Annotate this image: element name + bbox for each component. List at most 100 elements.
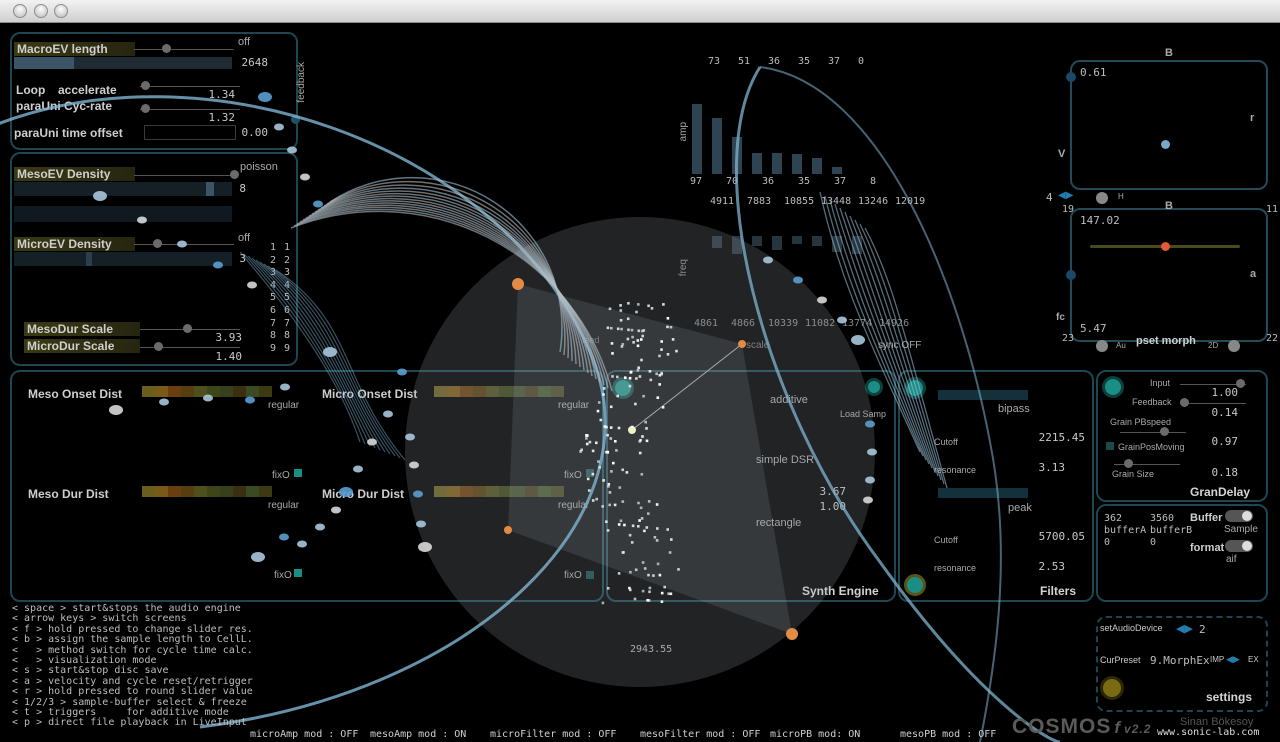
filter-type-bar[interactable] (938, 390, 1028, 400)
grid-right-num[interactable]: 3 (284, 267, 290, 278)
dist-cell[interactable] (181, 486, 194, 497)
dist-cell[interactable] (194, 386, 207, 397)
filter-power-button[interactable] (904, 377, 926, 399)
micro-dur-fixo[interactable]: fixO (564, 570, 582, 581)
spectrum-bar[interactable] (772, 153, 782, 174)
grid-right-num[interactable]: 5 (284, 292, 290, 303)
micro-density-mode[interactable]: off (238, 232, 250, 244)
meso-density-slider[interactable] (134, 175, 234, 176)
dist-cell[interactable] (168, 386, 181, 397)
dist-cell[interactable] (551, 386, 564, 397)
dist-cell[interactable] (486, 486, 499, 497)
cycrate-knob[interactable] (141, 104, 150, 113)
grid-right-num[interactable]: 8 (284, 330, 290, 341)
load-samp-toggle[interactable] (865, 378, 883, 396)
macro-length-mode[interactable]: off (238, 36, 250, 48)
zoom-window-button[interactable] (54, 4, 68, 18)
spectrum-bar-2[interactable] (792, 236, 802, 244)
micro-onset-fixo-toggle[interactable] (586, 469, 594, 477)
dist-cell[interactable] (538, 486, 551, 497)
dist-cell[interactable] (246, 486, 259, 497)
grid-right-num[interactable]: 4 (284, 280, 290, 291)
grid-right-num[interactable]: 2 (284, 255, 290, 266)
spectrum-bar-2[interactable] (732, 236, 742, 254)
gd-pbspeed-knob[interactable] (1160, 427, 1169, 436)
spectrum-bar[interactable] (692, 104, 702, 174)
morph-top-handle[interactable] (1066, 72, 1076, 82)
close-window-button[interactable] (13, 4, 27, 18)
dist-cell[interactable] (220, 386, 233, 397)
preset-arrows-icon[interactable]: ◀▶ (1226, 654, 1240, 665)
morph-xy-panel-top[interactable] (1070, 60, 1268, 190)
micro-onset-fixo[interactable]: fixO (564, 470, 582, 481)
meso-onset-fixo-toggle[interactable] (294, 469, 302, 477)
format-toggle[interactable] (1225, 540, 1253, 552)
morph-h-arrows-icon[interactable]: ◀▶ (1058, 190, 1073, 201)
spectrum-bar[interactable] (832, 167, 842, 174)
audio-device-arrows-icon[interactable]: ◀▶ (1176, 622, 1193, 635)
gd-pbspeed-slider[interactable] (1120, 432, 1186, 433)
dist-cell[interactable] (460, 486, 473, 497)
dist-cell[interactable] (512, 486, 525, 497)
gd-feedback-knob[interactable] (1180, 398, 1189, 407)
filter-mode-button[interactable] (904, 574, 926, 596)
dist-cell[interactable] (155, 486, 168, 497)
bipass-label[interactable]: bipass (998, 403, 1030, 415)
dist-cell[interactable] (142, 386, 155, 397)
dist-cell[interactable] (220, 486, 233, 497)
micro-onset-regular[interactable]: regular (558, 400, 589, 411)
cycrate-slider[interactable] (140, 109, 240, 110)
settings-record-button[interactable] (1100, 676, 1124, 700)
meso-dur-regular[interactable]: regular (268, 500, 299, 511)
meso-dur-fixo-toggle[interactable] (294, 569, 302, 577)
synth-power-button[interactable] (612, 377, 634, 399)
meso-density-bar[interactable] (14, 182, 232, 196)
micro-dur-fixo-toggle[interactable] (586, 571, 594, 579)
spectrum-bar[interactable] (712, 118, 722, 174)
morph-top-point[interactable] (1161, 140, 1170, 149)
morph-2d-knob[interactable] (1228, 340, 1240, 352)
dist-cell[interactable] (181, 386, 194, 397)
spectrum-bar[interactable] (752, 153, 762, 174)
spectrum-bar-2[interactable] (812, 236, 822, 246)
dist-cell[interactable] (473, 386, 486, 397)
meso-density-mode[interactable]: poisson (240, 161, 278, 173)
load-samp-button[interactable]: Load Samp (840, 409, 886, 419)
gd-grainpos-toggle[interactable] (1106, 442, 1114, 450)
dist-cell[interactable] (460, 386, 473, 397)
dist-cell[interactable] (434, 386, 447, 397)
feedback-toggle[interactable] (291, 115, 300, 124)
morph-bottom-point[interactable] (1161, 242, 1170, 251)
spectrum-bar[interactable] (812, 157, 822, 174)
dist-cell[interactable] (259, 386, 272, 397)
dist-cell[interactable] (434, 486, 447, 497)
microdur-knob[interactable] (154, 342, 163, 351)
dist-cell[interactable] (233, 486, 246, 497)
dist-cell[interactable] (142, 486, 155, 497)
time-offset-field[interactable] (144, 125, 236, 140)
macro-length-knob[interactable] (162, 44, 171, 53)
dist-cell[interactable] (447, 386, 460, 397)
buffer-toggle[interactable] (1225, 510, 1253, 522)
morph-au-knob[interactable] (1096, 340, 1108, 352)
spectrum-bar-2[interactable] (712, 236, 722, 248)
meso-density-knob[interactable] (230, 170, 239, 179)
morph-bottom-handle[interactable] (1066, 270, 1076, 280)
dist-cell[interactable] (207, 486, 220, 497)
loop-slider[interactable] (140, 86, 240, 87)
spectrum-bar-2[interactable] (832, 236, 842, 252)
dist-cell[interactable] (525, 486, 538, 497)
import-button[interactable]: IMP (1210, 655, 1224, 664)
dist-cell[interactable] (473, 486, 486, 497)
dist-cell[interactable] (525, 386, 538, 397)
simple-dsr-label[interactable]: simple DSR (756, 454, 814, 466)
additive-label[interactable]: additive (770, 394, 808, 406)
spectrum-bar[interactable] (792, 154, 802, 174)
sync-label[interactable]: sync OFF (878, 340, 921, 351)
dist-cell[interactable] (447, 486, 460, 497)
mesodur-knob[interactable] (183, 324, 192, 333)
meso-steps[interactable] (14, 206, 232, 222)
dist-cell[interactable] (259, 486, 272, 497)
gd-size-knob[interactable] (1124, 459, 1133, 468)
dist-cell[interactable] (486, 386, 499, 397)
